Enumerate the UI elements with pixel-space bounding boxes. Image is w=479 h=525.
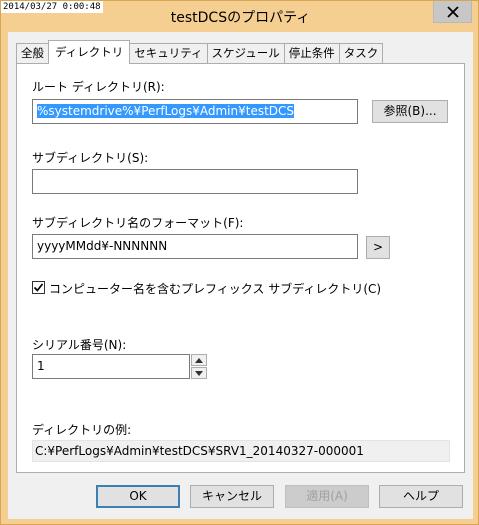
chevron-down-icon [195,370,203,376]
tab-stop-condition[interactable]: 停止条件 [283,43,340,64]
window-title: testDCSのプロパティ [170,10,311,26]
cancel-button[interactable]: キャンセル [190,485,274,508]
checkmark-icon [33,283,44,292]
help-button[interactable]: ヘルプ [379,485,463,508]
root-directory-input[interactable]: %systemdrive%¥PerfLogs¥Admin¥testDCS [32,99,358,124]
apply-button[interactable]: 適用(A) [285,485,369,508]
serial-number-input[interactable]: 1 [32,354,190,379]
subdirectory-label: サブディレクトリ(S): [32,151,149,165]
prefix-checkbox[interactable] [32,281,45,294]
tab-schedule[interactable]: スケジュール [206,43,285,64]
tab-security[interactable]: セキュリティ [129,43,208,64]
serial-number-label: シリアル番号(N): [32,338,127,352]
close-icon [446,5,459,18]
root-directory-label: ルート ディレクトリ(R): [32,80,165,94]
directory-example-value: C:¥PerfLogs¥Admin¥testDCS¥SRV1_20140327-… [32,440,450,462]
chevron-up-icon [195,357,203,363]
tab-strip: 全般 ディレクトリ セキュリティ スケジュール 停止条件 タスク [16,40,384,64]
close-button[interactable] [433,1,472,23]
ok-button[interactable]: OK [96,485,180,508]
properties-window: 2014/03/27 0:00:48 testDCSのプロパティ 全般 ディレク… [0,0,479,525]
dialog-client-area: 全般 ディレクトリ セキュリティ スケジュール 停止条件 タスク ルート ディレ… [8,32,473,519]
prefix-checkbox-label[interactable]: コンピューター名を含むプレフィックス サブディレクトリ(C) [49,280,381,297]
root-directory-value: %systemdrive%¥PerfLogs¥Admin¥testDCS [37,104,295,118]
format-options-button[interactable]: > [366,236,390,259]
tab-general[interactable]: 全般 [16,43,49,64]
subdirectory-format-input[interactable]: yyyyMMdd¥-NNNNNN [32,234,358,259]
subdirectory-format-label: サブディレクトリ名のフォーマット(F): [32,216,244,230]
serial-spin-up[interactable] [191,354,207,366]
browse-button[interactable]: 参照(B)... [372,100,448,123]
tab-task[interactable]: タスク [338,43,384,64]
subdirectory-input[interactable] [32,169,358,194]
serial-spin-down[interactable] [191,367,207,379]
directory-tab-panel: ルート ディレクトリ(R): %systemdrive%¥PerfLogs¥Ad… [16,63,465,473]
directory-example-label: ディレクトリの例: [32,423,132,437]
tab-directory[interactable]: ディレクトリ [48,40,131,64]
